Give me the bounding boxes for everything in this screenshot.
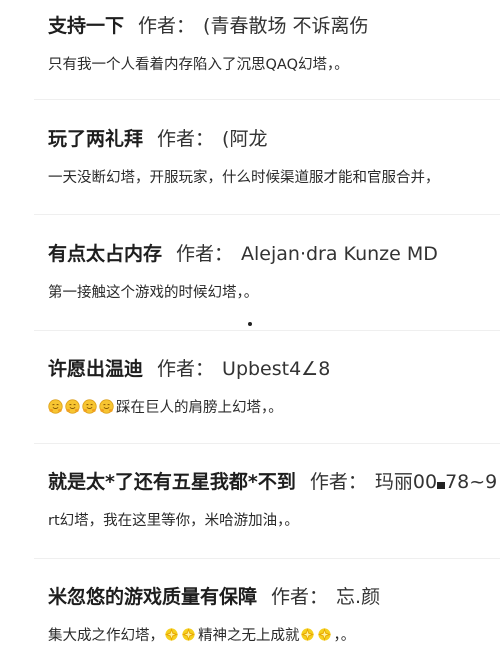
author-label: 作者： [309, 471, 367, 493]
review-body: rt幻塔，我在这里等你，米哈游加油，。 [48, 513, 299, 529]
review-title: 米忽悠的游戏质量有保障 [48, 586, 258, 608]
review-body: 一天没断幻塔，开服玩家，什么时候渠道服才能和官服合并， [48, 170, 440, 186]
review-title: 玩了两礼拜 [48, 128, 144, 150]
text-cursor [437, 482, 446, 489]
review-body: 只有我一个人看着内存陷入了沉思QAQ幻塔，。 [48, 57, 349, 73]
sparkle-star-icon [181, 627, 196, 642]
review-header: 许愿出温迪 作者： Upbest4∠8 [48, 354, 500, 384]
author-name-part: 玛丽00 [374, 471, 438, 493]
author-name: 玛丽00 78~9 [375, 471, 497, 493]
hugging-face-icon [65, 399, 80, 414]
sparkle-star-icon [300, 627, 315, 642]
author-label: 作者： [271, 586, 329, 608]
review-item[interactable]: 就是太*了还有五星我都*不到 作者： 玛丽00 78~9 rt幻塔，我在这里等你，米哈… [48, 467, 500, 532]
author-name: 忘.颜 [336, 586, 381, 608]
review-body: 踩在巨人的肩膀上幻塔，。 [48, 397, 500, 419]
dot-marker [248, 322, 252, 326]
review-body: 集大成之作幻塔， 精神之无上成就 ，。 [48, 625, 500, 647]
review-item[interactable]: 米忽悠的游戏质量有保障 作者： 忘.颜 集大成之作幻塔， 精神之无上成就 ，。 [48, 582, 500, 647]
review-header: 玩了两礼拜 作者： (阿龙 [48, 124, 500, 154]
author-label: 作者： [138, 15, 196, 37]
sparkle-star-icon [317, 627, 332, 642]
author-label: 作者： [157, 358, 215, 380]
review-title: 支持一下 [48, 15, 125, 37]
review-header: 有点太占内存 作者： Alejan·dra Kunze MD [48, 239, 500, 269]
review-header: 就是太*了还有五星我都*不到 作者： 玛丽00 78~9 [48, 467, 500, 497]
divider [34, 558, 500, 559]
review-body-text: 精神之无上成就 [198, 628, 300, 644]
divider [34, 443, 500, 444]
author-label: 作者： [157, 128, 215, 150]
review-body: 第一接触这个游戏的时候幻塔，。 [48, 285, 259, 301]
review-item[interactable]: 有点太占内存 作者： Alejan·dra Kunze MD 第一接触这个游戏的时候… [48, 239, 500, 304]
author-name: (青春散场 不诉离伤 [203, 15, 369, 37]
hugging-face-icon [99, 399, 114, 414]
review-item[interactable]: 许愿出温迪 作者： Upbest4∠8 踩在巨人的肩膀上幻塔，。 [48, 354, 500, 419]
review-title: 许愿出温迪 [48, 358, 144, 380]
review-body-text: ，。 [333, 628, 356, 644]
review-title: 有点太占内存 [48, 243, 163, 265]
divider [34, 214, 500, 215]
divider [34, 99, 500, 100]
review-item[interactable]: 支持一下 作者： (青春散场 不诉离伤 只有我一个人看着内存陷入了沉思QAQ幻塔，。 [48, 11, 500, 76]
sparkle-star-icon [164, 627, 179, 642]
review-body-text: 集大成之作幻塔， [48, 628, 164, 644]
author-label: 作者： [176, 243, 234, 265]
author-name: (阿龙 [222, 128, 268, 150]
hugging-face-icon [82, 399, 97, 414]
hugging-face-icon [48, 399, 63, 414]
author-name: Alejan·dra Kunze MD [241, 243, 438, 265]
review-title: 就是太*了还有五星我都*不到 [48, 471, 296, 493]
review-body-text: 踩在巨人的肩膀上幻塔，。 [116, 400, 283, 416]
review-item[interactable]: 玩了两礼拜 作者： (阿龙 一天没断幻塔，开服玩家，什么时候渠道服才能和官服合并， [48, 124, 500, 189]
author-name-part: 78~9 [445, 471, 498, 493]
review-header: 支持一下 作者： (青春散场 不诉离伤 [48, 11, 500, 41]
divider [34, 330, 500, 331]
review-header: 米忽悠的游戏质量有保障 作者： 忘.颜 [48, 582, 500, 612]
author-name: Upbest4∠8 [222, 358, 331, 380]
